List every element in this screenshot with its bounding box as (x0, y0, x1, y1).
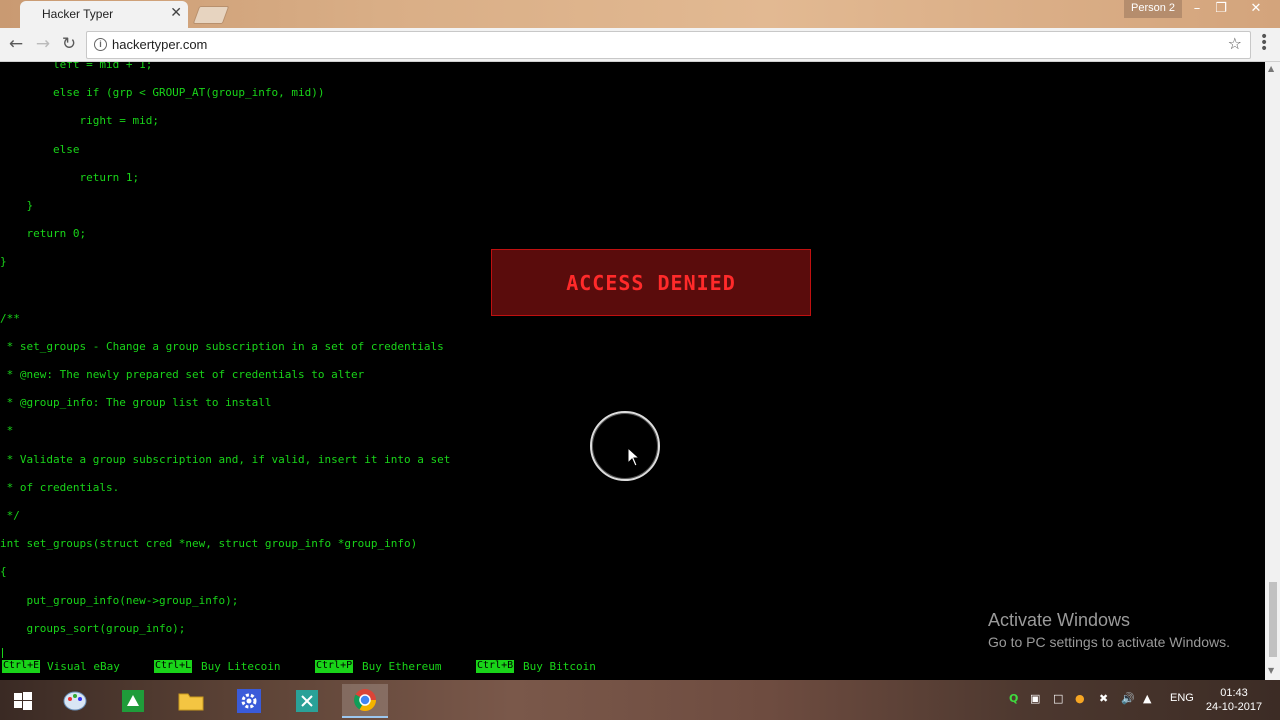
taskbar-clock[interactable]: 01:43 24-10-2017 (1204, 686, 1264, 714)
shortcut-key: Ctrl+B (476, 660, 515, 673)
restore-icon[interactable]: ❐ (1206, 0, 1236, 20)
site-info-icon[interactable]: i (94, 38, 107, 51)
title-bar: Hacker Typer ✕ Person 2 – ❐ ✕ (0, 0, 1280, 28)
chrome-menu-icon[interactable]: • • • (1260, 30, 1268, 56)
browser-toolbar: ← → ↻ i hackertyper.com ☆ • • • (0, 28, 1280, 62)
volume-icon[interactable]: 🔊 (1121, 692, 1135, 708)
code-line: /** (0, 311, 20, 325)
vertical-scrollbar[interactable]: ▲ ▼ (1265, 62, 1280, 680)
windows-logo-icon (14, 692, 32, 710)
language-indicator[interactable]: ENG (1170, 692, 1194, 708)
url-text: hackertyper.com (112, 37, 208, 52)
taskbar-store-app[interactable] (284, 684, 330, 718)
activate-windows-watermark: Activate Windows Go to PC settings to ac… (988, 610, 1230, 650)
code-line: * @new: The newly prepared set of creden… (0, 368, 365, 382)
code-line: left = mid + 1; (0, 62, 153, 71)
scroll-up-icon[interactable]: ▲ (1268, 64, 1274, 73)
shortcut-link-litecoin[interactable]: Buy Litecoin (201, 660, 280, 673)
tab-title: Hacker Typer (42, 7, 114, 21)
click-highlight-ring (590, 411, 660, 481)
taskbar-android-studio[interactable] (110, 684, 156, 718)
tab-close-icon[interactable]: ✕ (170, 5, 182, 21)
code-line: else if (grp < GROUP_AT(group_info, mid)… (0, 86, 325, 100)
clock-time: 01:43 (1220, 687, 1248, 699)
taskbar-paint-app[interactable] (52, 684, 98, 718)
watermark-title: Activate Windows (988, 610, 1131, 630)
access-denied-banner: ACCESS DENIED (491, 249, 811, 316)
folder-icon (178, 693, 204, 711)
browser-tab[interactable]: Hacker Typer ✕ (20, 1, 188, 28)
shortcut-link-ethereum[interactable]: Buy Ethereum (362, 660, 441, 673)
scroll-thumb[interactable] (1269, 582, 1277, 657)
shortcut-key: Ctrl+L (154, 660, 193, 673)
shortcut-key: Ctrl+P (315, 660, 354, 673)
forward-arrow-icon[interactable]: → (33, 34, 53, 54)
code-line: return 1; (0, 170, 140, 184)
network-off-icon[interactable]: ✖ (1099, 692, 1108, 708)
new-tab-button[interactable] (192, 6, 230, 24)
tray-app-icon[interactable]: □ (1053, 692, 1063, 708)
wifi-signal-icon[interactable]: ▲ (1143, 692, 1151, 708)
code-line: right = mid; (0, 114, 159, 128)
code-line: return 0; (0, 227, 87, 241)
palette-icon (63, 691, 87, 711)
code-line: } (0, 198, 34, 212)
code-line: */ (0, 509, 20, 522)
code-line: int set_groups(struct cred *new, struct … (0, 537, 418, 551)
shortcut-link-ebay[interactable]: Visual eBay (47, 660, 120, 673)
clock-date: 24-10-2017 (1205, 701, 1263, 713)
page-viewport[interactable]: left = mid + 1; else if (grp < GROUP_AT(… (0, 62, 1265, 680)
code-line: * set_groups - Change a group subscripti… (0, 339, 444, 353)
text-cursor (2, 648, 3, 658)
code-output: left = mid + 1; else if (grp < GROUP_AT(… (0, 62, 450, 643)
scroll-down-icon[interactable]: ▼ (1268, 666, 1274, 675)
chrome-icon (354, 689, 376, 711)
reload-icon[interactable]: ↻ (59, 34, 79, 54)
shortcut-key: Ctrl+E (2, 660, 41, 673)
tray-status-icon[interactable]: ● (1075, 692, 1085, 708)
window-close-icon[interactable]: ✕ (1241, 0, 1271, 20)
gear-icon (237, 689, 261, 713)
back-arrow-icon[interactable]: ← (6, 34, 26, 54)
address-bar[interactable]: i hackertyper.com ☆ (86, 31, 1251, 59)
tray-monitor-icon[interactable]: ▣ (1030, 692, 1040, 708)
code-line: * (0, 424, 14, 438)
shortcut-link-bitcoin[interactable]: Buy Bitcoin (523, 660, 596, 673)
app-tile-icon (296, 690, 318, 712)
mouse-pointer-icon (627, 447, 641, 467)
windows-taskbar: Q ▣ □ ● ✖ 🔊 ▲ ENG 01:43 24-10-2017 (0, 680, 1280, 720)
code-line: * of credentials. (0, 480, 120, 494)
code-line: { (0, 565, 7, 579)
start-button[interactable] (0, 684, 46, 718)
android-app-icon (122, 690, 144, 712)
code-line: * @group_info: The group list to install (0, 396, 272, 410)
access-denied-text: ACCESS DENIED (566, 270, 736, 295)
taskbar-settings[interactable] (226, 684, 272, 718)
bookmark-star-icon[interactable]: ☆ (1228, 34, 1242, 53)
watermark-subtitle: Go to PC settings to activate Windows. (988, 634, 1230, 650)
code-line: groups_sort(group_info); (0, 621, 186, 635)
code-line: put_group_info(new->group_info); (0, 593, 239, 607)
code-line: * Validate a group subscription and, if … (0, 452, 451, 466)
taskbar-file-explorer[interactable] (168, 684, 214, 718)
taskbar-chrome[interactable] (342, 684, 388, 718)
code-line: } (0, 255, 7, 269)
profile-button[interactable]: Person 2 (1124, 0, 1182, 18)
code-line: else (0, 142, 80, 156)
quickheal-icon[interactable]: Q (1009, 692, 1018, 708)
